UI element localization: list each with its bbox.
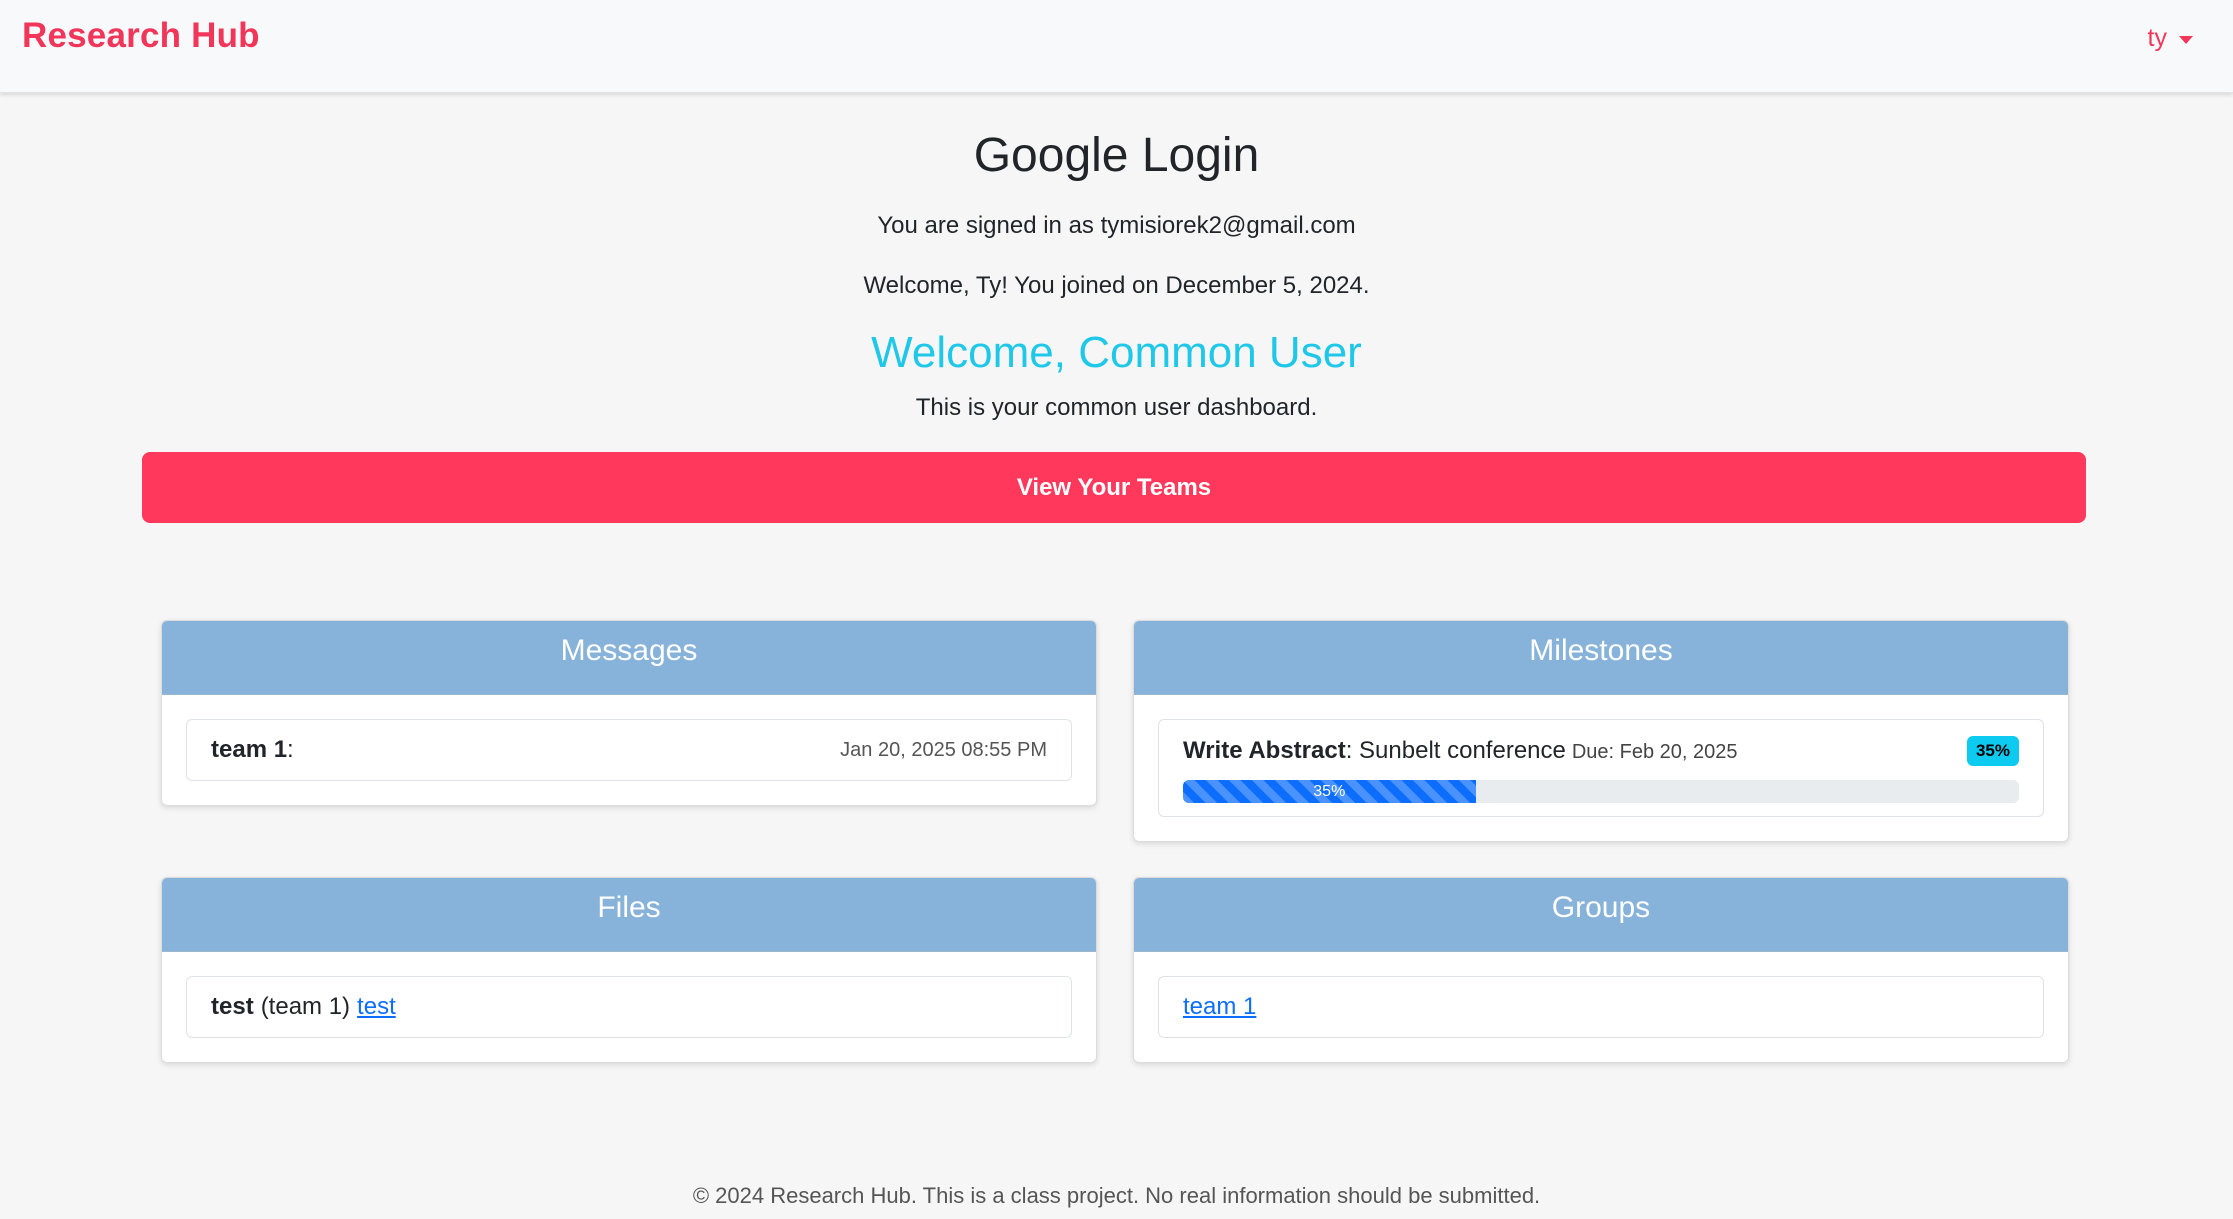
message-timestamp: Jan 20, 2025 08:55 PM xyxy=(840,738,1047,761)
milestones-card-title: Milestones xyxy=(1134,621,2068,695)
role-heading: Welcome, Common User xyxy=(871,328,1362,377)
milestone-progress-track: 35% xyxy=(1183,780,2019,803)
milestone-name: Write Abstract xyxy=(1183,737,1346,764)
groups-card: Groups team 1 xyxy=(1133,877,2069,1063)
messages-card-title: Messages xyxy=(162,621,1096,695)
footer-text: © 2024 Research Hub. This is a class pro… xyxy=(692,1183,1541,1208)
welcome-text: Welcome, Ty! You joined on December 5, 2… xyxy=(863,272,1370,299)
file-item: test (team 1) test xyxy=(186,976,1072,1038)
file-team: (team 1) xyxy=(260,993,351,1020)
view-teams-button[interactable]: View Your Teams xyxy=(142,452,2086,523)
message-sender: team 1: xyxy=(211,736,294,764)
files-card: Files test (team 1) test xyxy=(161,877,1097,1063)
milestone-description: Sunbelt conference xyxy=(1359,737,1566,764)
group-link[interactable]: team 1 xyxy=(1183,993,1256,1021)
milestone-separator: : xyxy=(1345,737,1360,764)
message-separator: : xyxy=(287,736,294,763)
milestone-progress-bar: 35% xyxy=(1183,780,1476,803)
milestone-item: Write Abstract: Sunbelt conference Due: F… xyxy=(1158,719,2044,817)
groups-card-title: Groups xyxy=(1134,878,2068,952)
navbar: Research Hub ty xyxy=(0,0,2233,93)
caret-down-icon xyxy=(2179,35,2193,44)
signed-in-text: You are signed in as tymisiorek2@gmail.c… xyxy=(877,212,1356,239)
message-item: team 1: Jan 20, 2025 08:55 PM xyxy=(186,719,1072,781)
milestone-info: Write Abstract: Sunbelt conference Due: F… xyxy=(1183,737,1738,765)
brand-logo-link[interactable]: Research Hub xyxy=(22,16,260,56)
milestone-progress-badge: 35% xyxy=(1966,736,2019,766)
milestones-card: Milestones Write Abstract: Sunbelt confe… xyxy=(1133,620,2069,842)
group-item: team 1 xyxy=(1158,976,2044,1038)
user-menu-dropdown[interactable]: ty xyxy=(2148,24,2193,53)
user-menu-label: ty xyxy=(2147,24,2167,52)
messages-card: Messages team 1: Jan 20, 2025 08:55 PM xyxy=(161,620,1097,806)
milestone-due-date: Due: Feb 20, 2025 xyxy=(1571,741,1738,763)
file-download-link[interactable]: test xyxy=(357,993,396,1021)
file-name: test xyxy=(211,993,254,1020)
files-card-title: Files xyxy=(162,878,1096,952)
page-title: Google Login xyxy=(973,129,1260,182)
message-team: team 1 xyxy=(211,736,288,763)
dashboard-description: This is your common user dashboard. xyxy=(915,394,1318,421)
